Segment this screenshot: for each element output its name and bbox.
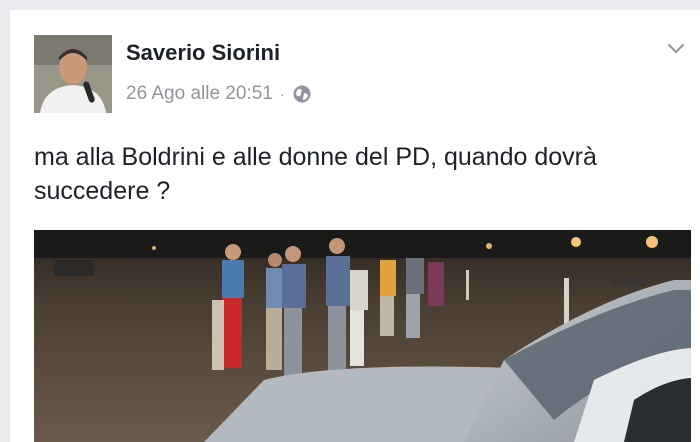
- avatar-image: [34, 35, 112, 113]
- post-card: Saverio Siorini 26 Ago alle 20:51 · ma a…: [10, 10, 700, 442]
- author-avatar[interactable]: [34, 35, 112, 113]
- photo-image: [34, 230, 691, 442]
- post-meta: 26 Ago alle 20:51 ·: [126, 83, 312, 105]
- chevron-down-icon[interactable]: [664, 36, 688, 60]
- author-name[interactable]: Saverio Siorini: [126, 40, 280, 66]
- post-timestamp[interactable]: 26 Ago alle 20:51: [126, 83, 273, 105]
- post-text: ma alla Boldrini e alle donne del PD, qu…: [34, 143, 597, 205]
- post-photo[interactable]: [34, 230, 691, 442]
- globe-icon[interactable]: [292, 84, 312, 104]
- meta-separator: ·: [279, 86, 285, 102]
